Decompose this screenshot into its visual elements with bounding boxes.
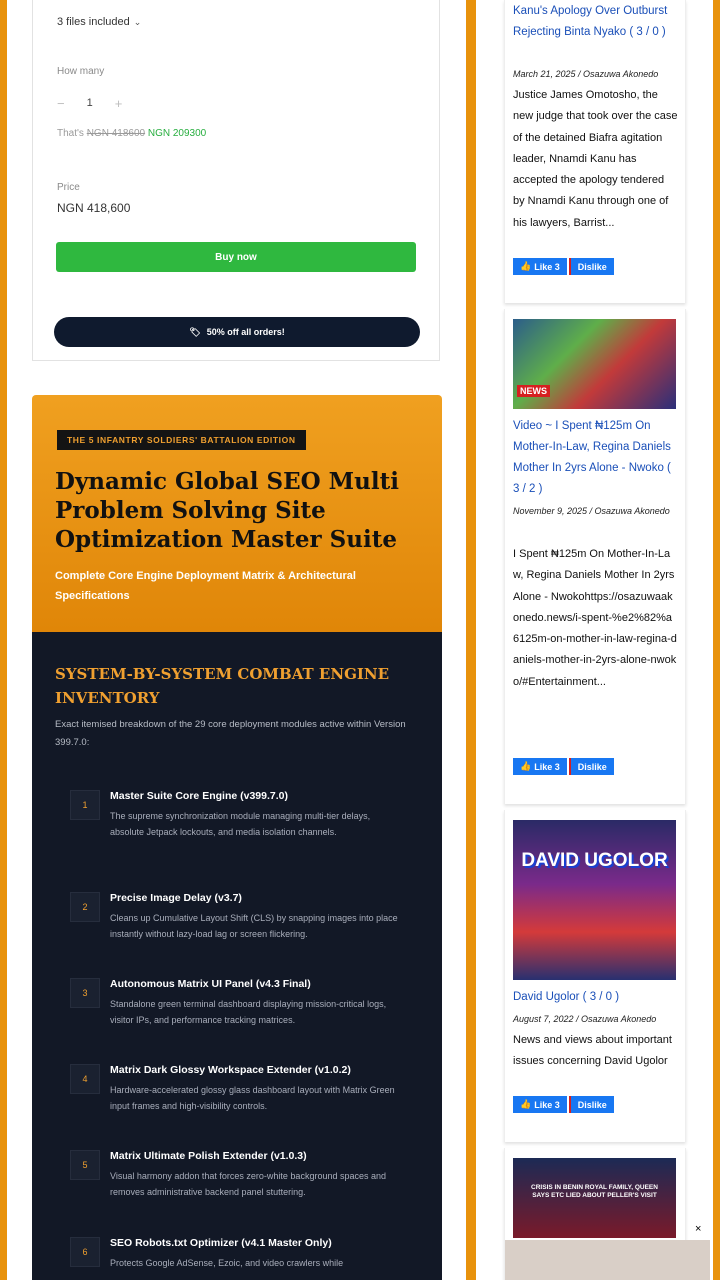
buy-now-button[interactable]: Buy now xyxy=(56,242,416,272)
module-description: The supreme synchronization module manag… xyxy=(110,811,371,837)
sidebar-post-title[interactable]: David Ugolor ( 3 / 0 ) xyxy=(513,987,678,1008)
dislike-button[interactable]: Dislike xyxy=(568,1096,614,1113)
module-title: Master Suite Core Engine (v399.7.0) xyxy=(110,790,288,802)
module-title: Matrix Dark Glossy Workspace Extender (v… xyxy=(110,1064,351,1076)
like-label: Like 3 xyxy=(534,761,560,772)
module-number: 4 xyxy=(70,1064,100,1094)
sidebar-post-title[interactable]: Kanu's Apology Over Outburst Rejecting B… xyxy=(513,1,678,43)
thats-prefix: That's xyxy=(57,128,84,139)
module-number: 5 xyxy=(70,1150,100,1180)
module-description: Visual harmony addon that forces zero-wh… xyxy=(110,1171,386,1197)
sidebar-post-meta: August 7, 2022 / Osazuwa Akonedo xyxy=(513,1014,657,1024)
like-label: Like 3 xyxy=(534,261,560,272)
middle-orange-border xyxy=(466,0,476,1280)
sidebar-post-excerpt: Justice James Omotosho, the new judge th… xyxy=(513,89,678,229)
module-number: 6 xyxy=(70,1237,100,1267)
left-orange-border xyxy=(0,0,7,1280)
how-many-label: How many xyxy=(57,66,105,77)
quantity-stepper: − 1 + xyxy=(57,92,122,114)
thumbs-up-icon: 👍 xyxy=(520,761,532,771)
floating-video-player[interactable] xyxy=(505,1240,710,1280)
module-title: SEO Robots.txt Optimizer (v4.1 Master On… xyxy=(110,1237,332,1249)
dislike-button[interactable]: Dislike xyxy=(568,258,614,275)
sidebar-post-meta: March 21, 2025 / Osazuwa Akonedo xyxy=(513,69,659,79)
reaction-buttons: 👍 Like 3 Dislike xyxy=(513,258,614,275)
reaction-buttons: 👍 Like 3 Dislike xyxy=(513,1096,614,1113)
purchase-card xyxy=(32,0,440,361)
right-orange-border xyxy=(713,0,720,1280)
decrement-button[interactable]: − xyxy=(57,96,65,111)
sidebar-post-excerpt: News and views about important issues co… xyxy=(513,1034,672,1068)
increment-button[interactable]: + xyxy=(115,96,123,111)
module-title: Precise Image Delay (v3.7) xyxy=(110,892,242,904)
module-title: Autonomous Matrix UI Panel (v4.3 Final) xyxy=(110,978,311,990)
quantity-value[interactable]: 1 xyxy=(87,97,93,109)
inventory-title: SYSTEM-BY-SYSTEM COMBAT ENGINE INVENTORY xyxy=(55,665,390,707)
sidebar-post-meta: November 9, 2025 / Osazuwa Akonedo xyxy=(513,506,670,516)
like-label: Like 3 xyxy=(534,1099,560,1110)
old-price: NGN 418600 xyxy=(86,128,146,139)
like-button[interactable]: 👍 Like 3 xyxy=(513,1096,567,1113)
thumbnail-news-label: NEWS xyxy=(517,385,550,397)
module-description: Cleans up Cumulative Layout Shift (CLS) … xyxy=(110,913,398,939)
chevron-down-icon: ⌄ xyxy=(133,17,142,27)
module-description: Protects Google AdSense, Ezoic, and vide… xyxy=(110,1258,344,1268)
promo-banner[interactable]: 🏷 50% off all orders! xyxy=(54,317,420,347)
dislike-label: Dislike xyxy=(577,761,607,772)
sidebar-post-excerpt: I Spent ₦125m On Mother-In-Law, Regina D… xyxy=(513,548,677,688)
tag-icon: 🏷 xyxy=(189,326,201,337)
thumbs-up-icon: 👍 xyxy=(520,1099,532,1109)
product-subtitle: Complete Core Engine Deployment Matrix &… xyxy=(55,570,356,602)
like-button[interactable]: 👍 Like 3 xyxy=(513,758,567,775)
discount-summary: That's NGN 418600 NGN 209300 xyxy=(57,128,206,139)
module-number: 3 xyxy=(70,978,100,1008)
promo-label: 50% off all orders! xyxy=(206,327,285,337)
dislike-label: Dislike xyxy=(577,1099,607,1110)
post-thumbnail[interactable]: CRISIS IN BENIN ROYAL FAMILY, QUEEN SAYS… xyxy=(513,1158,676,1238)
price-label: Price xyxy=(57,182,80,193)
module-title: Matrix Ultimate Polish Extender (v1.0.3) xyxy=(110,1150,307,1162)
sidebar-post-title[interactable]: Video ~ I Spent ₦125m On Mother-In-Law, … xyxy=(513,416,678,500)
module-number: 2 xyxy=(70,892,100,922)
post-thumbnail[interactable]: NEWS xyxy=(513,319,676,409)
thumbnail-title: DAVID UGOLOR xyxy=(521,850,668,871)
close-icon[interactable]: × xyxy=(695,1223,701,1235)
inventory-description: Exact itemised breakdown of the 29 core … xyxy=(55,719,406,748)
module-description: Standalone green terminal dashboard disp… xyxy=(110,999,387,1025)
like-button[interactable]: 👍 Like 3 xyxy=(513,258,567,275)
thumbnail-title: CRISIS IN BENIN ROYAL FAMILY, QUEEN SAYS… xyxy=(531,1184,658,1199)
product-title: Dynamic Global SEO Multi Problem Solving… xyxy=(55,468,399,553)
module-number: 1 xyxy=(70,790,100,820)
price-value: NGN 418,600 xyxy=(57,201,131,215)
thumbs-up-icon: 👍 xyxy=(520,261,532,271)
edition-badge: THE 5 INFANTRY SOLDIERS' BATTALION EDITI… xyxy=(57,430,306,450)
dislike-label: Dislike xyxy=(577,261,607,272)
files-included-dropdown[interactable]: 3 files included ⌄ xyxy=(57,16,141,28)
dislike-button[interactable]: Dislike xyxy=(568,758,614,775)
reaction-buttons: 👍 Like 3 Dislike xyxy=(513,758,614,775)
post-thumbnail[interactable]: DAVID UGOLOR xyxy=(513,820,676,980)
new-price: NGN 209300 xyxy=(147,128,207,139)
module-description: Hardware-accelerated glossy glass dashbo… xyxy=(110,1085,395,1111)
files-included-label: 3 files included xyxy=(57,16,130,28)
